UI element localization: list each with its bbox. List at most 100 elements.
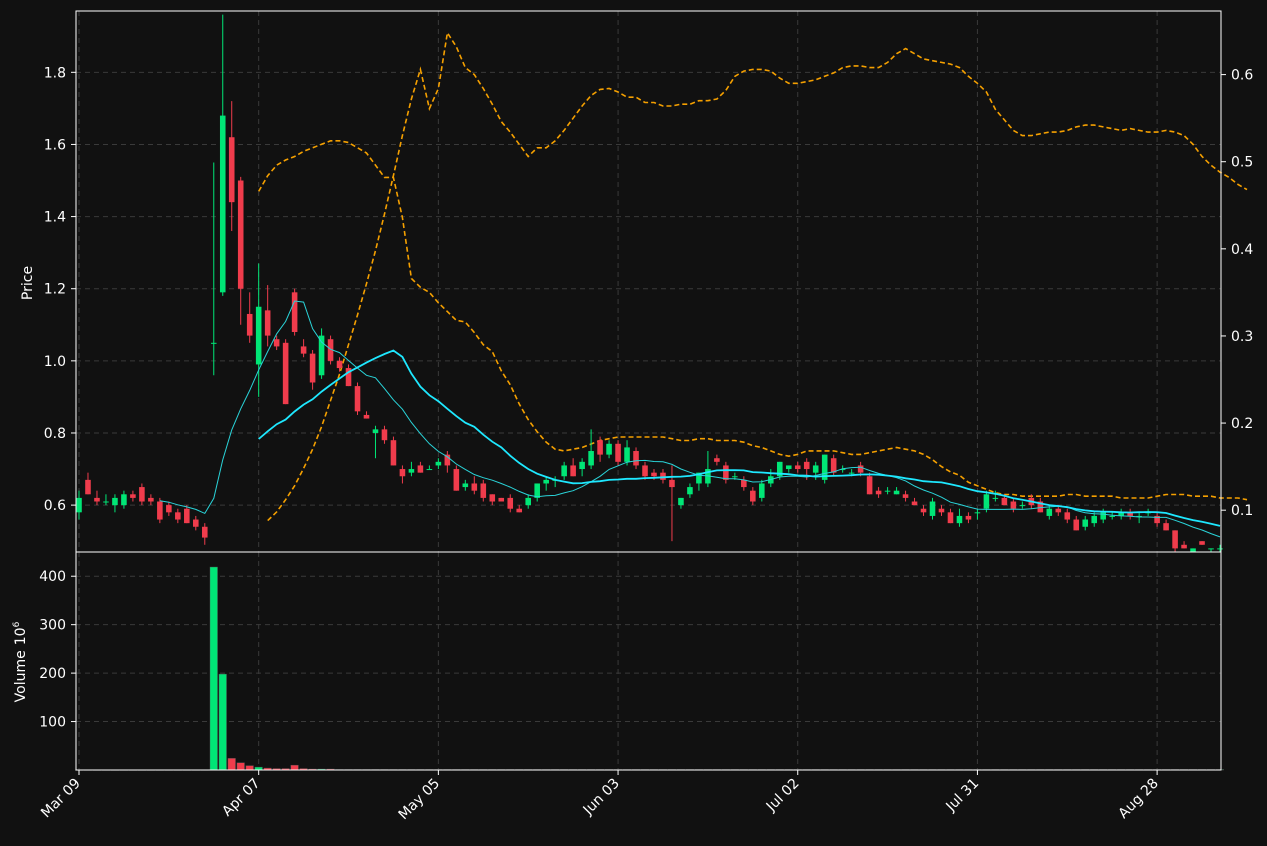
volume-tick-label: 400 — [39, 569, 66, 585]
candle-body — [184, 508, 190, 524]
volume-axis-label: Volume 106 — [12, 621, 29, 702]
candle-body — [534, 483, 540, 498]
candle-body — [112, 497, 118, 506]
candle-body — [498, 497, 505, 502]
candle-body — [201, 526, 208, 538]
candle-body — [166, 505, 172, 513]
candle-body — [462, 483, 469, 488]
candle-body — [139, 487, 145, 502]
right-tick-label: 0.5 — [1231, 155, 1253, 171]
candle-body — [785, 465, 792, 470]
candle-body — [1064, 512, 1071, 520]
candle-body — [435, 461, 442, 466]
right-tick-label: 0.4 — [1231, 242, 1253, 258]
candle-body — [300, 346, 307, 354]
candle-body — [794, 465, 801, 470]
candle-body — [857, 465, 864, 473]
candle-body — [291, 292, 298, 332]
candle-body — [1091, 515, 1098, 524]
volume-axis-label-exponent: 10 — [13, 627, 29, 645]
candle-body — [399, 469, 406, 477]
candle-body — [1163, 523, 1169, 531]
candle-body — [282, 342, 289, 405]
candle-body — [624, 447, 630, 462]
candle-body — [1010, 501, 1017, 509]
candle-body — [408, 469, 415, 473]
volume-tick-label: 300 — [39, 618, 66, 634]
candle-body — [651, 472, 657, 477]
candle-body — [597, 440, 603, 455]
volume-tick-label: 100 — [39, 715, 66, 731]
right-tick-label: 0.1 — [1231, 503, 1253, 519]
price-tick-label: 1.4 — [44, 210, 66, 226]
candle-body — [1217, 548, 1223, 550]
candle-body — [273, 339, 280, 347]
candle-body — [920, 508, 927, 513]
price-tick-label: 0.8 — [44, 426, 66, 442]
candle-body — [660, 472, 666, 480]
candle-body — [947, 512, 954, 524]
candle-body — [543, 479, 549, 484]
candle-body — [525, 497, 531, 506]
candlestick-chart: 0.6 0.8 1.0 1.2 1.4 1.6 1.8 0.1 0.2 0.3 0.4 0.5 0.6… — [0, 0, 1267, 842]
candle-body — [579, 461, 585, 470]
candle-body — [803, 461, 810, 470]
candle-body — [938, 508, 945, 513]
candle-body — [354, 386, 361, 412]
candle-body — [157, 501, 163, 520]
price-tick-label: 1.8 — [44, 65, 66, 81]
candle-body — [1109, 515, 1115, 517]
candle-body — [830, 458, 837, 473]
candle-body — [606, 443, 612, 455]
right-tick-label: 0.6 — [1231, 68, 1253, 84]
candle-body — [1055, 508, 1062, 513]
candle-body — [759, 483, 765, 498]
candle-body — [76, 497, 82, 513]
candle-body — [1001, 497, 1008, 506]
candle-body — [372, 429, 379, 433]
candle-body — [309, 353, 316, 383]
price-axis-label: Price — [20, 266, 36, 300]
price-tick-label: 1.0 — [44, 354, 66, 370]
candle-body — [1190, 548, 1196, 552]
candle-body — [902, 494, 909, 498]
candle-body — [103, 501, 109, 503]
candle-body — [570, 465, 576, 477]
candle-body — [983, 494, 990, 509]
volume-tick-label: 200 — [39, 666, 66, 682]
candle-body — [426, 469, 433, 471]
candle-body — [687, 487, 693, 495]
candle-body — [1172, 530, 1178, 549]
candle-body — [588, 451, 594, 466]
candle-body — [866, 476, 873, 495]
candle-body — [1208, 548, 1214, 550]
candle-body — [723, 465, 729, 480]
candle-body — [85, 479, 91, 495]
price-tick-label: 0.6 — [44, 498, 66, 514]
candle-body — [1073, 519, 1080, 531]
candle-body — [875, 490, 882, 495]
price-tick-label: 1.6 — [44, 137, 66, 153]
candle-body — [633, 451, 639, 466]
candle-body — [741, 479, 747, 488]
candle-body — [974, 512, 981, 514]
candle-body — [893, 490, 900, 495]
candle-body — [246, 313, 253, 336]
volume-bar — [290, 764, 299, 771]
candle-body — [750, 490, 756, 502]
candle-body — [965, 515, 972, 520]
candle-body — [1019, 505, 1026, 507]
candle-body — [237, 180, 244, 289]
candle-body — [507, 497, 514, 509]
candle-body — [884, 490, 891, 492]
candle-body — [956, 515, 963, 524]
candle-body — [732, 476, 738, 478]
candle-body — [94, 497, 100, 502]
candle-body — [489, 494, 496, 502]
candle-body — [219, 115, 226, 293]
volume-bar — [218, 673, 227, 771]
candle-body — [669, 479, 675, 488]
candle-body — [121, 494, 127, 506]
volume-axis-label-power: 6 — [12, 621, 22, 627]
price-tick-label: 1.2 — [44, 282, 66, 298]
